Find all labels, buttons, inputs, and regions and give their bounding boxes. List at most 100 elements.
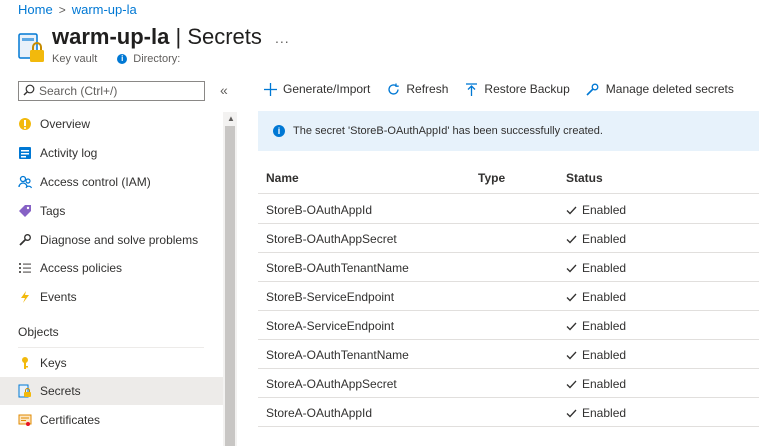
secret-status: Enabled — [566, 377, 626, 391]
sidebar-item-certificates[interactable]: Certificates — [0, 406, 223, 434]
key-icon — [17, 355, 33, 371]
table-row[interactable]: StoreB-OAuthTenantName Enabled — [258, 253, 759, 282]
upload-icon — [464, 82, 478, 96]
checkmark-icon — [566, 235, 577, 243]
notification-text: The secret 'StoreB-OAuthAppId' has been … — [293, 125, 603, 137]
certificate-icon — [17, 412, 33, 428]
table-header-divider — [258, 193, 759, 194]
manage-deleted-secrets-label: Manage deleted secrets — [605, 82, 734, 96]
checkmark-icon — [566, 293, 577, 301]
status-label: Enabled — [582, 232, 627, 246]
overview-icon — [17, 116, 33, 132]
secret-name[interactable]: StoreB-ServiceEndpoint — [266, 290, 394, 304]
secret-name[interactable]: StoreB-OAuthTenantName — [266, 261, 409, 275]
search-icon — [23, 84, 35, 99]
secret-status: Enabled — [566, 290, 626, 304]
collapse-sidebar-button[interactable]: « — [220, 82, 228, 98]
key-vault-icon — [18, 32, 46, 64]
sidebar-item-label: Tags — [40, 204, 66, 218]
status-label: Enabled — [582, 406, 627, 420]
refresh-icon — [386, 82, 400, 96]
success-notification: i The secret 'StoreB-OAuthAppId' has bee… — [258, 111, 759, 151]
breadcrumb: Home > warm-up-la — [18, 2, 137, 17]
restore-backup-button[interactable]: Restore Backup — [464, 82, 570, 96]
sidebar-item-overview[interactable]: Overview — [0, 110, 223, 138]
table-row[interactable]: StoreA-ServiceEndpoint Enabled — [258, 311, 759, 340]
secret-name[interactable]: StoreB-OAuthAppId — [266, 203, 372, 217]
activity-log-icon — [17, 145, 33, 161]
secret-name[interactable]: StoreA-OAuthAppSecret — [266, 377, 397, 391]
sidebar-item-diagnose[interactable]: Diagnose and solve problems — [0, 226, 223, 254]
table-row[interactable]: StoreB-OAuthAppId Enabled — [258, 195, 759, 224]
sidebar-section-objects: Objects — [18, 325, 59, 339]
page-title: warm-up-la | Secrets — [52, 24, 262, 50]
command-bar: Generate/Import Refresh Restore Backup M… — [263, 82, 750, 96]
secret-status: Enabled — [566, 406, 626, 420]
sidebar-item-access-policies[interactable]: Access policies — [0, 254, 223, 282]
secret-status: Enabled — [566, 232, 626, 246]
table-row[interactable]: StoreA-OAuthAppSecret Enabled — [258, 369, 759, 398]
checkmark-icon — [566, 322, 577, 330]
search-placeholder: Search (Ctrl+/) — [39, 84, 118, 98]
status-label: Enabled — [582, 319, 627, 333]
table-row[interactable]: StoreB-ServiceEndpoint Enabled — [258, 282, 759, 311]
sidebar-search-input[interactable]: Search (Ctrl+/) — [18, 81, 205, 101]
sidebar-divider — [18, 347, 204, 348]
sidebar-item-label: Certificates — [40, 413, 101, 427]
sidebar-item-label: Overview — [40, 117, 91, 131]
sidebar-scrollbar-thumb[interactable] — [225, 126, 235, 446]
sidebar-item-tags[interactable]: Tags — [0, 197, 223, 225]
list-icon — [17, 260, 33, 276]
breadcrumb-home-link[interactable]: Home — [18, 2, 53, 17]
secret-status: Enabled — [566, 348, 626, 362]
table-row[interactable]: StoreA-OAuthTenantName Enabled — [258, 340, 759, 369]
info-icon: i — [273, 125, 285, 137]
secret-name[interactable]: StoreA-ServiceEndpoint — [266, 319, 394, 333]
status-label: Enabled — [582, 203, 627, 217]
secret-status: Enabled — [566, 261, 626, 275]
secret-name[interactable]: StoreB-OAuthAppSecret — [266, 232, 397, 246]
checkmark-icon — [566, 409, 577, 417]
secret-name[interactable]: StoreA-OAuthAppId — [266, 406, 372, 420]
sidebar-item-keys[interactable]: Keys — [0, 349, 223, 377]
page-title-separator: | — [169, 24, 188, 49]
lightning-icon — [17, 289, 33, 305]
secret-status: Enabled — [566, 203, 626, 217]
page-title-blade: Secrets — [187, 24, 262, 49]
column-header-name[interactable]: Name — [266, 171, 299, 185]
sidebar-item-access-control[interactable]: Access control (IAM) — [0, 168, 223, 196]
breadcrumb-current-link[interactable]: warm-up-la — [72, 2, 137, 17]
secret-icon — [17, 383, 33, 399]
sidebar-item-label: Keys — [40, 356, 67, 370]
checkmark-icon — [566, 351, 577, 359]
info-icon: i — [117, 54, 128, 64]
sidebar-item-label: Access control (IAM) — [40, 175, 151, 189]
wrench-icon — [586, 82, 600, 96]
secret-name[interactable]: StoreA-OAuthTenantName — [266, 348, 409, 362]
generate-import-button[interactable]: Generate/Import — [263, 82, 370, 96]
column-header-type[interactable]: Type — [478, 171, 505, 185]
status-label: Enabled — [582, 290, 627, 304]
refresh-button[interactable]: Refresh — [386, 82, 448, 96]
sidebar-item-activity-log[interactable]: Activity log — [0, 139, 223, 167]
sidebar-item-label: Secrets — [40, 384, 81, 398]
column-header-status[interactable]: Status — [566, 171, 603, 185]
manage-deleted-secrets-button[interactable]: Manage deleted secrets — [586, 82, 734, 96]
sidebar-item-label: Diagnose and solve problems — [40, 233, 199, 247]
sidebar-item-label: Events — [40, 290, 77, 304]
refresh-label: Refresh — [406, 82, 449, 96]
sidebar-item-label: Activity log — [40, 146, 98, 160]
table-row[interactable]: StoreB-OAuthAppSecret Enabled — [258, 224, 759, 253]
checkmark-icon — [566, 206, 577, 214]
plus-icon — [263, 82, 277, 96]
scroll-up-arrow-icon[interactable]: ▲ — [227, 114, 235, 123]
sidebar-item-secrets[interactable]: Secrets — [0, 377, 223, 405]
sidebar-item-events[interactable]: Events — [0, 283, 223, 311]
resource-type-label: Key vault — [52, 53, 98, 65]
tag-icon — [17, 203, 33, 219]
wrench-icon — [17, 232, 33, 248]
checkmark-icon — [566, 264, 577, 272]
more-options-button[interactable]: ... — [275, 30, 290, 46]
table-row[interactable]: StoreA-OAuthAppId Enabled — [258, 398, 759, 427]
status-label: Enabled — [582, 377, 627, 391]
